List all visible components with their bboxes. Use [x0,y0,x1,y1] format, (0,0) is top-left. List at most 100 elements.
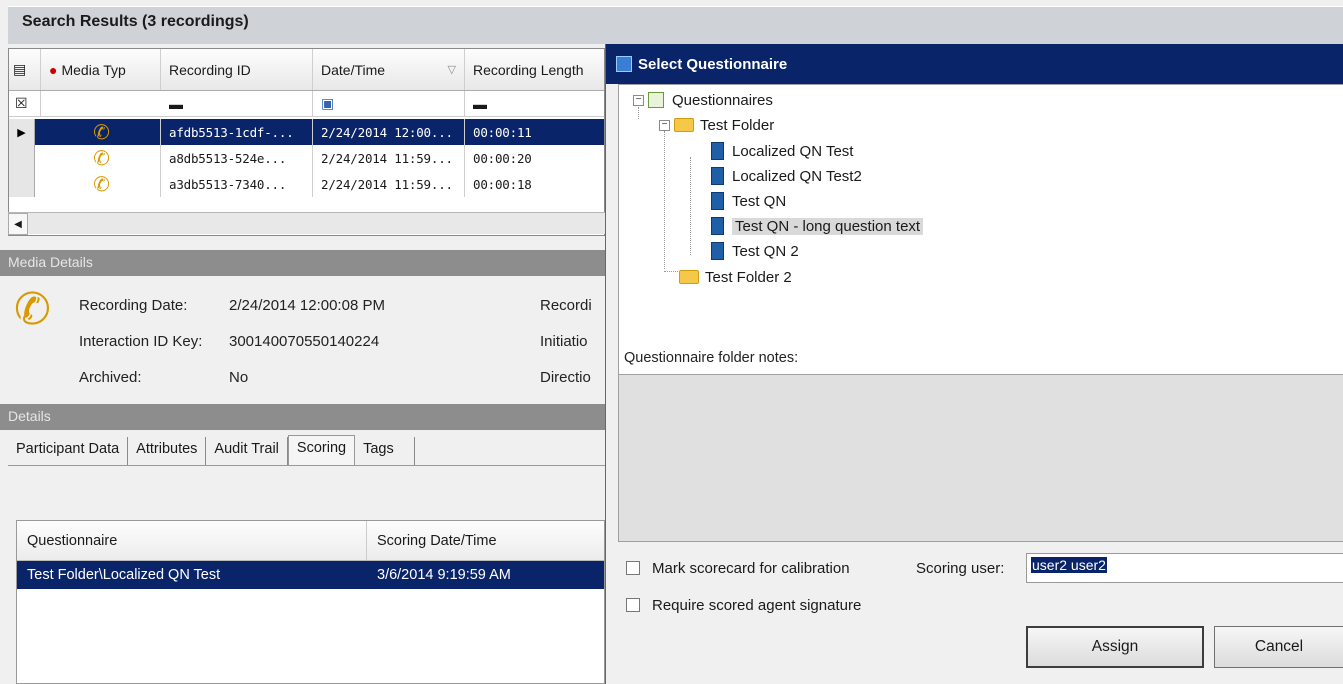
length-cell: 00:00:20 [473,150,532,166]
cancel-button[interactable]: Cancel [1214,626,1343,668]
folder-notes-area [618,374,1343,542]
table-row[interactable]: Test Folder\Localized QN Test 3/6/2014 9… [17,561,604,589]
search-results-title: Search Results (3 recordings) [8,6,1343,44]
assign-button[interactable]: Assign [1026,626,1204,668]
date-time-cell: 2/24/2014 12:00... [313,119,465,145]
initiation-label-truncated: Initiatio [540,333,588,350]
recording-id-cell: a3db5513-7340... [161,171,313,197]
row-selector [9,171,35,197]
scroll-left-icon[interactable]: ◀ [8,213,28,235]
recording-date-value: 2/24/2014 12:00:08 PM [229,297,385,314]
tree-node-label: Test Folder 2 [705,268,792,286]
scoring-user-input[interactable]: user2 user2 [1026,553,1343,583]
horizontal-scrollbar[interactable]: ◀ [8,212,605,235]
filter-length[interactable]: ▬ [465,91,606,116]
questionnaires-root-icon [648,92,664,108]
tree-node-questionnaires[interactable]: − Questionnaires [633,89,773,111]
collapse-icon[interactable]: − [633,94,644,106]
interaction-id-label: Interaction ID Key: [79,333,203,350]
column-scoring-date-time[interactable]: Scoring Date/Time [367,521,606,560]
tree-item-test-qn[interactable]: Test QN [711,190,786,212]
questionnaire-book-icon [711,167,724,185]
questionnaire-book-icon [711,217,724,235]
questionnaire-tree: − Questionnaires − Test Folder Localized… [618,84,1343,380]
row-selector-arrow-icon: ▶ [9,119,35,145]
column-label: Date/Time [321,61,386,78]
tab-attributes[interactable]: Attributes [128,437,207,465]
length-cell: 00:00:18 [473,176,532,192]
table-row[interactable]: ▶ ✆ afdb5513-1cdf-... 2/24/2014 12:00...… [9,119,604,145]
filter-date-icon[interactable]: ▣ [313,91,465,116]
tab-tags[interactable]: Tags [355,437,416,465]
media-details-header: Media Details [0,250,605,276]
direction-label-truncated: Directio [540,369,591,386]
recording-date-label: Recording Date: [79,297,188,314]
tree-item-test-qn-long[interactable]: Test QN - long question text [711,215,924,237]
sort-icon: ▽ [447,64,456,76]
row-selector [9,145,35,171]
phone-icon: ✆ [14,285,51,334]
length-cell: 00:00:11 [473,124,532,140]
date-time-cell: 2/24/2014 11:59... [313,171,465,197]
questionnaire-book-icon [711,142,724,160]
questionnaire-book-icon [711,192,724,210]
scoring-header-row: Questionnaire Scoring Date/Time [17,521,604,561]
tree-item-localized-qn-test[interactable]: Localized QN Test [711,140,853,162]
scoring-date-cell: 3/6/2014 9:19:59 AM [377,567,511,583]
archived-label: Archived: [79,369,142,386]
column-label: Media Typ [61,61,126,78]
questionnaire-cell: Test Folder\Localized QN Test [27,567,221,583]
tree-node-test-folder[interactable]: − Test Folder [659,114,774,136]
select-questionnaire-dialog: Select Questionnaire − Questionnaires − … [605,44,1343,684]
folder-icon [679,270,699,284]
recording-id-cell: a8db5513-524e... [161,145,313,171]
recordings-grid: ▤ ● Media Typ Recording ID Date/Time ▽ R… [8,48,605,236]
table-row[interactable]: ✆ a3db5513-7340... 2/24/2014 11:59... 00… [9,171,604,197]
column-questionnaire[interactable]: Questionnaire [17,521,367,560]
column-media-type[interactable]: ● Media Typ [41,49,161,90]
phone-icon: ✆ [35,171,161,197]
recording-label-truncated: Recordi [540,297,592,314]
calibration-checkbox[interactable] [626,561,640,575]
tree-node-label: Test QN [732,192,787,210]
dialog-title: Select Questionnaire [638,55,788,73]
calibration-label: Mark scorecard for calibration [652,560,850,577]
tree-node-label: Test QN 2 [732,242,799,260]
filter-clear-icon[interactable]: ☒ [9,91,41,116]
scoring-user-value: user2 user2 [1031,557,1107,573]
tree-node-label: Questionnaires [672,91,773,109]
column-date-time[interactable]: Date/Time ▽ [313,49,465,90]
tree-item-test-qn-2[interactable]: Test QN 2 [711,240,799,262]
tab-audit-trail[interactable]: Audit Trail [206,437,288,465]
column-chooser-icon[interactable]: ▤ [9,49,41,90]
folder-icon [674,118,694,132]
phone-icon: ✆ [35,119,161,145]
details-tabs: Participant Data Attributes Audit Trail … [8,435,605,466]
tree-item-localized-qn-test2[interactable]: Localized QN Test2 [711,165,862,187]
tree-node-label: Test QN - long question text [732,217,924,235]
interaction-id-value: 300140070550140224 [229,333,380,350]
questionnaire-book-icon [711,242,724,260]
tab-participant-data[interactable]: Participant Data [8,437,129,465]
tree-node-test-folder-2[interactable]: Test Folder 2 [679,266,792,288]
table-row[interactable]: ✆ a8db5513-524e... 2/24/2014 11:59... 00… [9,145,604,171]
phone-icon: ✆ [35,145,161,171]
details-header: Details [0,404,605,430]
date-time-cell: 2/24/2014 11:59... [313,145,465,171]
column-recording-length[interactable]: Recording Length [465,49,606,90]
recording-id-cell: afdb5513-1cdf-... [161,119,313,145]
column-recording-id[interactable]: Recording ID [161,49,313,90]
signature-checkbox[interactable] [626,598,640,612]
scoring-user-label: Scoring user: [916,560,1005,577]
tree-node-label: Test Folder [700,116,775,134]
filter-recording-id[interactable]: ▬ [161,91,313,116]
collapse-icon[interactable]: − [659,119,670,131]
tab-scoring[interactable]: Scoring [287,435,356,465]
questionnaire-icon [616,56,632,72]
record-icon: ● [49,61,58,78]
notes-label: Questionnaire folder notes: [624,350,799,366]
scoring-grid: Questionnaire Scoring Date/Time Test Fol… [16,520,605,684]
tree-node-label: Localized QN Test2 [732,167,862,185]
grid-header-row: ▤ ● Media Typ Recording ID Date/Time ▽ R… [9,49,604,91]
archived-value: No [229,369,249,386]
